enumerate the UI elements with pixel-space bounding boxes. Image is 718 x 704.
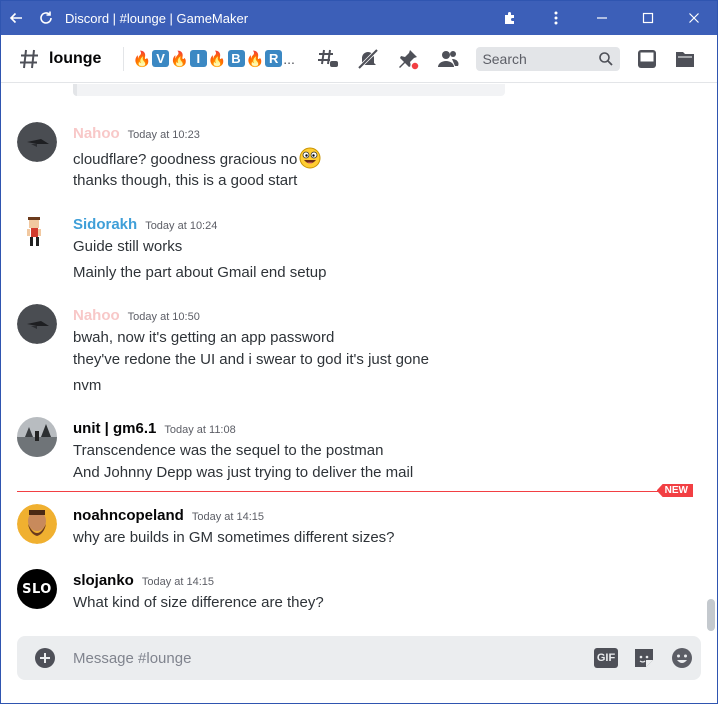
message-text: why are builds in GM sometimes different… (73, 529, 395, 546)
message-timestamp: Today at 10:24 (145, 220, 218, 232)
message-scrollbar[interactable] (707, 84, 715, 636)
message-author[interactable]: noahncopeland (73, 507, 184, 524)
notification-settings-button[interactable] (348, 35, 388, 83)
new-badge: NEW (656, 484, 693, 497)
message-list[interactable]: Nahoo Today at 10:23 cloudflare? goodnes… (1, 84, 705, 636)
new-messages-divider: NEW (17, 484, 693, 497)
reload-icon (40, 11, 52, 24)
upload-button[interactable] (17, 636, 73, 680)
fire-emoji-icon: 🔥 (170, 50, 189, 68)
topic-letter: R (265, 50, 283, 67)
emoji-button[interactable] (663, 636, 701, 680)
laughing-face-emoji-icon (299, 147, 321, 169)
message-text: And Johnny Depp was just trying to deliv… (73, 464, 414, 481)
folder-icon (676, 51, 695, 67)
message-author[interactable]: Nahoo (73, 307, 120, 324)
maximize-icon (642, 12, 654, 24)
window-title: Discord | #lounge | GameMaker (65, 10, 249, 26)
extensions-button[interactable] (487, 1, 533, 35)
dark-bird-avatar[interactable] (17, 304, 57, 344)
pixel-character-avatar[interactable] (17, 213, 57, 253)
header-divider (123, 46, 125, 71)
embed-preview (73, 84, 505, 96)
arrow-left-icon (9, 12, 22, 24)
threads-icon (318, 49, 339, 67)
topic-letter: V (152, 50, 170, 67)
message-author[interactable]: unit | gm6.1 (73, 420, 156, 437)
back-button[interactable] (1, 1, 31, 35)
message-text: Mainly the part about Gmail end setup (73, 264, 327, 281)
channel-topic[interactable]: 🔥 V 🔥 I 🔥 B 🔥 R ... (132, 50, 302, 68)
close-button[interactable] (671, 1, 717, 35)
search-icon (599, 51, 614, 66)
gif-button[interactable]: GIF (587, 636, 625, 680)
gif-icon: GIF (593, 648, 619, 668)
pin-icon (399, 49, 421, 71)
message-author[interactable]: Nahoo (73, 125, 120, 142)
help-button[interactable] (666, 35, 704, 83)
message-input[interactable]: Message #lounge (73, 650, 587, 667)
minimize-icon (597, 17, 607, 19)
channel-name: lounge (49, 49, 102, 67)
plus-circle-icon (35, 648, 55, 668)
channel-header: lounge 🔥 V 🔥 I 🔥 B 🔥 R ... Search (1, 35, 717, 83)
message-timestamp: Today at 11:08 (164, 424, 236, 436)
smiley-face-icon (672, 648, 692, 668)
message-timestamp: Today at 14:15 (141, 576, 215, 588)
message-timestamp: Today at 10:50 (127, 311, 200, 323)
topic-ellipsis: ... (283, 50, 295, 67)
message-text: What kind of size difference are they? (73, 594, 324, 611)
topic-letter: I (189, 50, 207, 67)
minimize-button[interactable] (579, 1, 625, 35)
topic-letter: B (227, 50, 245, 67)
bearded-man-avatar[interactable] (17, 504, 57, 544)
maximize-button[interactable] (625, 1, 671, 35)
message-text: bwah, now it's getting an app password (73, 329, 335, 346)
avatar-logo-text: SLO (22, 581, 52, 597)
message-author[interactable]: Sidorakh (73, 216, 137, 233)
message-text: cloudflare? goodness gracious no (73, 151, 298, 168)
message-composer[interactable]: Message #lounge GIF (17, 636, 701, 680)
menu-button[interactable] (533, 1, 579, 35)
landscape-avatar[interactable] (17, 417, 57, 457)
pinned-messages-button[interactable] (388, 35, 428, 83)
sticker-button[interactable] (625, 636, 663, 680)
message-text: thanks though, this is a good start (73, 172, 298, 189)
search-placeholder: Search (482, 50, 527, 67)
close-icon (689, 13, 699, 23)
dark-bird-avatar[interactable] (17, 122, 57, 162)
scrollbar-thumb[interactable] (707, 599, 715, 631)
puzzle-icon (505, 12, 514, 24)
kebab-menu-icon (554, 11, 558, 25)
hashtag-icon (20, 49, 38, 68)
search-input[interactable]: Search (476, 46, 621, 71)
members-icon (438, 50, 459, 67)
fire-emoji-icon: 🔥 (207, 50, 227, 68)
threads-button[interactable] (308, 35, 348, 83)
message-text: Transcendence was the sequel to the post… (73, 442, 384, 459)
message-text: they've redone the UI and i swear to god… (73, 351, 429, 368)
message-content: cloudflare? goodness gracious no (73, 147, 321, 169)
bell-muted-icon (358, 48, 379, 69)
fire-emoji-icon: 🔥 (245, 50, 265, 68)
sticker-icon (635, 649, 653, 667)
message-author[interactable]: slojanko (73, 572, 134, 589)
title-bar: Discord | #lounge | GameMaker (1, 1, 717, 35)
member-list-button[interactable] (428, 35, 468, 83)
message-timestamp: Today at 10:23 (127, 129, 200, 141)
message-text: nvm (73, 377, 102, 394)
app-window: Discord | #lounge | GameMaker lounge 🔥 V… (0, 0, 718, 704)
fire-emoji-icon: 🔥 (132, 50, 152, 68)
reload-button[interactable] (31, 1, 61, 35)
inbox-button[interactable] (628, 35, 666, 83)
slo-logo-avatar[interactable]: SLO (17, 569, 57, 609)
inbox-icon (638, 49, 657, 68)
message-timestamp: Today at 14:15 (191, 511, 265, 523)
message-text: Guide still works (73, 238, 183, 255)
